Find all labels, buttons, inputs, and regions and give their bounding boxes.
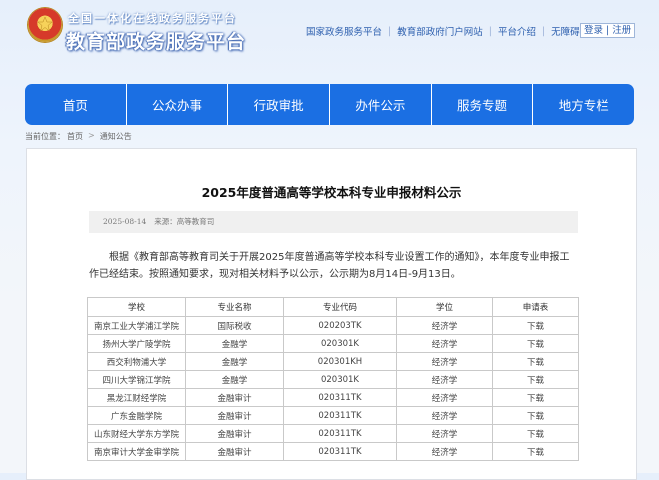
cell-degree: 经济学: [396, 388, 493, 407]
table-row: 四川大学锦江学院 金融学 020301K 经济学 下载: [87, 370, 579, 389]
cell-degree: 经济学: [396, 370, 493, 389]
cell-major: 金融审计: [185, 406, 284, 425]
col-header-code: 专业代码: [283, 297, 397, 317]
table-row: 扬州大学广陵学院 金融学 020301K 经济学 下载: [87, 334, 579, 353]
download-link[interactable]: 下载: [492, 406, 579, 425]
cell-major: 金融审计: [185, 442, 284, 461]
breadcrumb-home[interactable]: 首页: [67, 131, 83, 142]
main-nav: 首页 公众办事 行政审批 办件公示 服务专题 地方专栏: [25, 84, 634, 125]
col-header-major: 专业名称: [185, 297, 284, 317]
cell-degree: 经济学: [396, 424, 493, 443]
star-icon: [37, 16, 53, 32]
cell-code: 020301K: [283, 370, 397, 389]
table-row: 广东金融学院 金融审计 020311TK 经济学 下载: [87, 406, 579, 425]
nav-item-home[interactable]: 首页: [25, 84, 127, 125]
table-row: 山东财经大学东方学院 金融审计 020311TK 经济学 下载: [87, 424, 579, 443]
cell-school: 南京审计大学金审学院: [87, 442, 186, 461]
nav-item-public-services[interactable]: 公众办事: [127, 84, 229, 125]
table-row: 南京工业大学浦江学院 国际税收 020203TK 经济学 下载: [87, 316, 579, 335]
cell-school: 西交利物浦大学: [87, 352, 186, 371]
table-row: 黑龙江财经学院 金融审计 020311TK 经济学 下载: [87, 388, 579, 407]
cell-major: 金融审计: [185, 388, 284, 407]
divider: |: [388, 25, 392, 37]
cell-code: 020301KH: [283, 352, 397, 371]
site-slogan: 全国一体化在线政务服务平台: [68, 12, 237, 25]
cell-code: 020311TK: [283, 406, 397, 425]
col-header-school: 学校: [87, 297, 186, 317]
site-title[interactable]: 教育部政务服务平台: [66, 27, 246, 54]
link-platform-intro[interactable]: 平台介绍: [498, 24, 536, 38]
site-header: 全国一体化在线政务服务平台 教育部政务服务平台 国家政务服务平台 | 教育部政府…: [0, 0, 659, 80]
article-title: 2025年度普通高等学校本科专业申报材料公示: [201, 185, 462, 200]
breadcrumb-separator: >: [88, 131, 95, 140]
article-date: 2025-08-14: [103, 217, 147, 226]
cell-code: 020203TK: [283, 316, 397, 335]
cell-degree: 经济学: [396, 334, 493, 353]
cell-school: 扬州大学广陵学院: [87, 334, 186, 353]
breadcrumb-notices[interactable]: 通知公告: [100, 131, 132, 142]
col-header-degree: 学位: [396, 297, 493, 317]
application-table: 学校 专业名称 专业代码 学位 申请表 南京工业大学浦江学院 国际税收 0202…: [87, 297, 579, 461]
national-emblem-icon[interactable]: [28, 8, 62, 42]
download-link[interactable]: 下载: [492, 334, 579, 353]
cell-school: 黑龙江财经学院: [87, 388, 186, 407]
article-container: 2025年度普通高等学校本科专业申报材料公示 2025-08-14 来源：高等教育…: [26, 148, 637, 480]
article-paragraph: 根据《教育部高等教育司关于开展2025年度普通高等学校本科专业设置工作的通知》，…: [89, 252, 570, 280]
cell-code: 020311TK: [283, 388, 397, 407]
cell-major: 国际税收: [185, 316, 284, 335]
cell-degree: 经济学: [396, 352, 493, 371]
cell-school: 四川大学锦江学院: [87, 370, 186, 389]
breadcrumb-label: 当前位置：: [25, 132, 65, 141]
nav-item-case-publicity[interactable]: 办件公示: [330, 84, 432, 125]
download-link[interactable]: 下载: [492, 370, 579, 389]
table-row: 南京审计大学金审学院 金融审计 020311TK 经济学 下载: [87, 442, 579, 461]
nav-item-service-topics[interactable]: 服务专题: [432, 84, 534, 125]
cell-major: 金融学: [185, 352, 284, 371]
cell-code: 020311TK: [283, 442, 397, 461]
table-row: 西交利物浦大学 金融学 020301KH 经济学 下载: [87, 352, 579, 371]
breadcrumb: 当前位置： 首页 > 通知公告: [25, 131, 132, 142]
article-meta: 2025-08-14 来源：高等教育司: [89, 211, 578, 233]
login-register-button[interactable]: 登录 | 注册: [580, 23, 636, 38]
divider: |: [488, 25, 492, 37]
cell-code: 020301K: [283, 334, 397, 353]
col-header-form: 申请表: [492, 297, 579, 317]
cell-major: 金融审计: [185, 424, 284, 443]
cell-major: 金融学: [185, 370, 284, 389]
download-link[interactable]: 下载: [492, 316, 579, 335]
nav-item-local-columns[interactable]: 地方专栏: [533, 84, 634, 125]
link-moe-portal[interactable]: 教育部政府门户网站: [397, 24, 483, 38]
divider: |: [541, 25, 546, 37]
cell-degree: 经济学: [396, 406, 493, 425]
cell-degree: 经济学: [396, 442, 493, 461]
cell-school: 南京工业大学浦江学院: [87, 316, 186, 335]
download-link[interactable]: 下载: [492, 388, 579, 407]
cell-major: 金融学: [185, 334, 284, 353]
cell-code: 020311TK: [283, 424, 397, 443]
cell-school: 山东财经大学东方学院: [87, 424, 186, 443]
link-national-platform[interactable]: 国家政务服务平台: [306, 24, 382, 38]
top-links: 国家政务服务平台 | 教育部政府门户网站 | 平台介绍 | 无障碍浏览: [306, 24, 599, 39]
cell-school: 广东金融学院: [87, 406, 186, 425]
download-link[interactable]: 下载: [492, 424, 579, 443]
table-header-row: 学校 专业名称 专业代码 学位 申请表: [87, 297, 579, 317]
nav-item-administrative-approval[interactable]: 行政审批: [228, 84, 331, 125]
download-link[interactable]: 下载: [492, 352, 579, 371]
download-link[interactable]: 下载: [492, 442, 579, 461]
article-source: 来源：高等教育司: [154, 217, 215, 226]
cell-degree: 经济学: [396, 316, 493, 335]
